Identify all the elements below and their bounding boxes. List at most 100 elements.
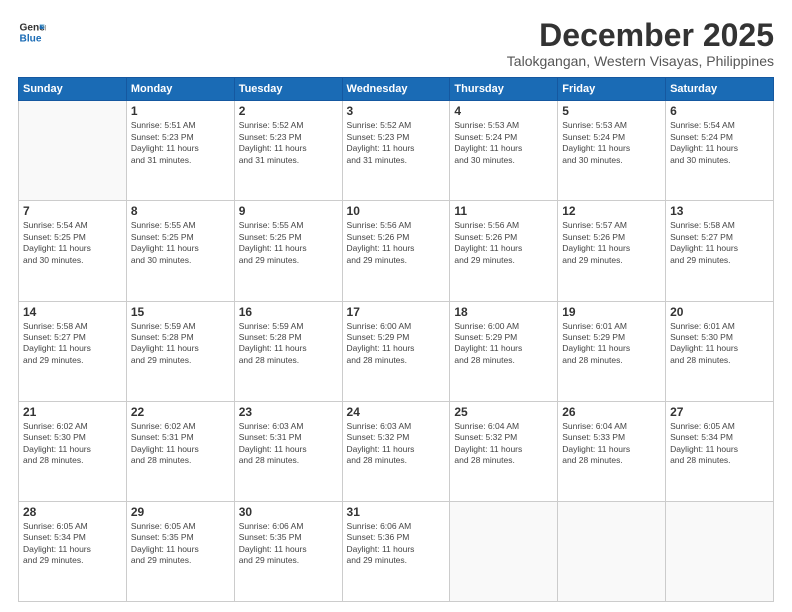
calendar-cell: 2 Sunrise: 5:52 AM Sunset: 5:23 PM Daylig…: [234, 101, 342, 201]
calendar-cell: 18Sunrise: 6:00 AM Sunset: 5:29 PM Dayli…: [450, 301, 558, 401]
calendar-cell: 17 Sunrise: 6:00 AM Sunset: 5:29 PM Dayli…: [342, 301, 450, 401]
weekday-header-sunday: Sunday: [19, 78, 127, 101]
calendar-cell: 7 Sunrise: 5:54 AM Sunset: 5:25 PM Daylig…: [19, 201, 127, 301]
day-info: Sunrise: 5:55 AM Sunset: 5:25 PM Dayligh…: [131, 220, 230, 266]
day-number: 13: [670, 204, 769, 218]
day-info: Sunrise: 5:58 AM Sunset: 5:27 PM Dayligh…: [23, 321, 122, 367]
calendar-cell: 23Sunrise: 6:03 AM Sunset: 5:31 PM Dayli…: [234, 401, 342, 501]
day-info: Sunrise: 5:55 AM Sunset: 5:25 PM Dayligh…: [239, 220, 338, 266]
calendar-cell: 30Sunrise: 6:06 AM Sunset: 5:35 PM Dayli…: [234, 501, 342, 601]
day-number: 17: [347, 305, 446, 319]
day-info: Sunrise: 6:06 AM Sunset: 5:35 PM Dayligh…: [239, 521, 338, 567]
day-number: 12: [562, 204, 661, 218]
calendar-cell: 25 Sunrise: 6:04 AM Sunset: 5:32 PM Dayli…: [450, 401, 558, 501]
title-section: December 2025 Talokgangan, Western Visay…: [507, 18, 774, 69]
day-info: Sunrise: 5:59 AM Sunset: 5:28 PM Dayligh…: [131, 321, 230, 367]
day-number: 22: [131, 405, 230, 419]
day-info: Sunrise: 5:51 AM Sunset: 5:23 PM Dayligh…: [131, 120, 230, 166]
day-number: 1: [131, 104, 230, 118]
day-number: 24: [347, 405, 446, 419]
day-info: Sunrise: 6:03 AM Sunset: 5:32 PM Dayligh…: [347, 421, 446, 467]
day-info: Sunrise: 5:53 AM Sunset: 5:24 PM Dayligh…: [454, 120, 553, 166]
day-number: 28: [23, 505, 122, 519]
calendar-cell: 31 Sunrise: 6:06 AM Sunset: 5:36 PM Dayli…: [342, 501, 450, 601]
header: General Blue December 2025 Talokgangan, …: [18, 18, 774, 69]
weekday-header-row: SundayMondayTuesdayWednesdayThursdayFrid…: [19, 78, 774, 101]
day-info: Sunrise: 5:54 AM Sunset: 5:24 PM Dayligh…: [670, 120, 769, 166]
weekday-header-thursday: Thursday: [450, 78, 558, 101]
location-subtitle: Talokgangan, Western Visayas, Philippine…: [507, 53, 774, 69]
day-info: Sunrise: 6:01 AM Sunset: 5:30 PM Dayligh…: [670, 321, 769, 367]
calendar-cell: 15 Sunrise: 5:59 AM Sunset: 5:28 PM Dayli…: [126, 301, 234, 401]
day-info: Sunrise: 5:59 AM Sunset: 5:28 PM Dayligh…: [239, 321, 338, 367]
svg-text:Blue: Blue: [20, 33, 42, 44]
day-info: Sunrise: 6:06 AM Sunset: 5:36 PM Dayligh…: [347, 521, 446, 567]
day-number: 25: [454, 405, 553, 419]
day-info: Sunrise: 6:02 AM Sunset: 5:30 PM Dayligh…: [23, 421, 122, 467]
day-number: 15: [131, 305, 230, 319]
day-number: 14: [23, 305, 122, 319]
day-number: 6: [670, 104, 769, 118]
day-number: 11: [454, 204, 553, 218]
calendar-cell: 19 Sunrise: 6:01 AM Sunset: 5:29 PM Dayli…: [558, 301, 666, 401]
day-info: Sunrise: 5:56 AM Sunset: 5:26 PM Dayligh…: [347, 220, 446, 266]
calendar-cell: 24 Sunrise: 6:03 AM Sunset: 5:32 PM Dayli…: [342, 401, 450, 501]
calendar-cell: 5Sunrise: 5:53 AM Sunset: 5:24 PM Daylig…: [558, 101, 666, 201]
day-number: 16: [239, 305, 338, 319]
calendar-week-row: 21 Sunrise: 6:02 AM Sunset: 5:30 PM Dayli…: [19, 401, 774, 501]
day-info: Sunrise: 6:04 AM Sunset: 5:32 PM Dayligh…: [454, 421, 553, 467]
day-info: Sunrise: 6:00 AM Sunset: 5:29 PM Dayligh…: [347, 321, 446, 367]
day-number: 2: [239, 104, 338, 118]
calendar-cell: 14 Sunrise: 5:58 AM Sunset: 5:27 PM Dayli…: [19, 301, 127, 401]
calendar-cell: 21 Sunrise: 6:02 AM Sunset: 5:30 PM Dayli…: [19, 401, 127, 501]
day-info: Sunrise: 6:01 AM Sunset: 5:29 PM Dayligh…: [562, 321, 661, 367]
day-info: Sunrise: 6:04 AM Sunset: 5:33 PM Dayligh…: [562, 421, 661, 467]
weekday-header-tuesday: Tuesday: [234, 78, 342, 101]
calendar-cell: 1 Sunrise: 5:51 AM Sunset: 5:23 PM Daylig…: [126, 101, 234, 201]
weekday-header-wednesday: Wednesday: [342, 78, 450, 101]
calendar-week-row: 1 Sunrise: 5:51 AM Sunset: 5:23 PM Daylig…: [19, 101, 774, 201]
logo: General Blue: [18, 18, 46, 46]
calendar-cell: [19, 101, 127, 201]
calendar-cell: 12 Sunrise: 5:57 AM Sunset: 5:26 PM Dayli…: [558, 201, 666, 301]
weekday-header-friday: Friday: [558, 78, 666, 101]
calendar-cell: 9Sunrise: 5:55 AM Sunset: 5:25 PM Daylig…: [234, 201, 342, 301]
day-number: 26: [562, 405, 661, 419]
day-number: 31: [347, 505, 446, 519]
calendar-cell: 16 Sunrise: 5:59 AM Sunset: 5:28 PM Dayli…: [234, 301, 342, 401]
calendar-cell: 11Sunrise: 5:56 AM Sunset: 5:26 PM Dayli…: [450, 201, 558, 301]
day-number: 8: [131, 204, 230, 218]
calendar-cell: [666, 501, 774, 601]
day-info: Sunrise: 6:02 AM Sunset: 5:31 PM Dayligh…: [131, 421, 230, 467]
calendar-week-row: 28 Sunrise: 6:05 AM Sunset: 5:34 PM Dayli…: [19, 501, 774, 601]
calendar-cell: 28 Sunrise: 6:05 AM Sunset: 5:34 PM Dayli…: [19, 501, 127, 601]
calendar-cell: 10Sunrise: 5:56 AM Sunset: 5:26 PM Dayli…: [342, 201, 450, 301]
day-info: Sunrise: 6:03 AM Sunset: 5:31 PM Dayligh…: [239, 421, 338, 467]
calendar-cell: [450, 501, 558, 601]
weekday-header-monday: Monday: [126, 78, 234, 101]
day-info: Sunrise: 5:57 AM Sunset: 5:26 PM Dayligh…: [562, 220, 661, 266]
calendar-cell: 22 Sunrise: 6:02 AM Sunset: 5:31 PM Dayli…: [126, 401, 234, 501]
calendar-cell: 6 Sunrise: 5:54 AM Sunset: 5:24 PM Daylig…: [666, 101, 774, 201]
day-number: 29: [131, 505, 230, 519]
day-number: 21: [23, 405, 122, 419]
calendar-cell: 13Sunrise: 5:58 AM Sunset: 5:27 PM Dayli…: [666, 201, 774, 301]
calendar-week-row: 14 Sunrise: 5:58 AM Sunset: 5:27 PM Dayli…: [19, 301, 774, 401]
month-year-title: December 2025: [507, 18, 774, 53]
calendar-cell: 27Sunrise: 6:05 AM Sunset: 5:34 PM Dayli…: [666, 401, 774, 501]
day-number: 20: [670, 305, 769, 319]
day-info: Sunrise: 5:52 AM Sunset: 5:23 PM Dayligh…: [239, 120, 338, 166]
day-info: Sunrise: 6:00 AM Sunset: 5:29 PM Dayligh…: [454, 321, 553, 367]
page: General Blue December 2025 Talokgangan, …: [0, 0, 792, 612]
day-number: 7: [23, 204, 122, 218]
day-info: Sunrise: 5:53 AM Sunset: 5:24 PM Dayligh…: [562, 120, 661, 166]
day-number: 3: [347, 104, 446, 118]
calendar-cell: 4Sunrise: 5:53 AM Sunset: 5:24 PM Daylig…: [450, 101, 558, 201]
day-number: 19: [562, 305, 661, 319]
day-info: Sunrise: 6:05 AM Sunset: 5:34 PM Dayligh…: [23, 521, 122, 567]
day-info: Sunrise: 5:54 AM Sunset: 5:25 PM Dayligh…: [23, 220, 122, 266]
calendar-cell: 26 Sunrise: 6:04 AM Sunset: 5:33 PM Dayli…: [558, 401, 666, 501]
calendar-table: SundayMondayTuesdayWednesdayThursdayFrid…: [18, 77, 774, 602]
day-info: Sunrise: 5:52 AM Sunset: 5:23 PM Dayligh…: [347, 120, 446, 166]
calendar-cell: 20 Sunrise: 6:01 AM Sunset: 5:30 PM Dayli…: [666, 301, 774, 401]
